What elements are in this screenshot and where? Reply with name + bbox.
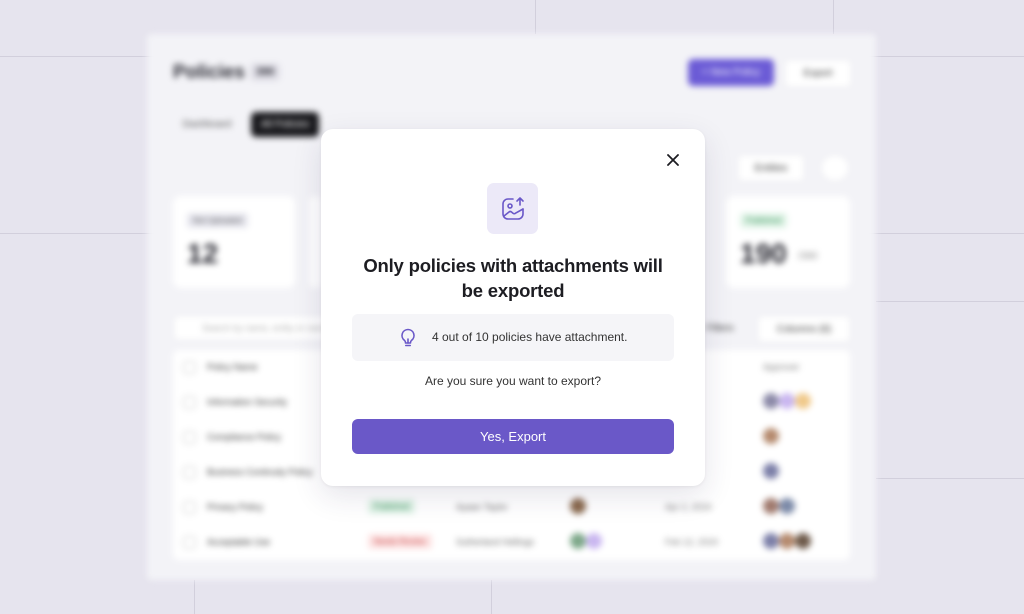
new-policy-button[interactable]: + New Policy xyxy=(688,59,774,86)
avatar xyxy=(779,533,795,549)
stat-card-not-uploaded: Not Uploaded 12 xyxy=(173,196,295,288)
avatar xyxy=(763,393,779,409)
export-button[interactable]: Export xyxy=(784,59,852,88)
avatar xyxy=(763,463,779,479)
avatar xyxy=(795,393,811,409)
owner-name: Sutherland Hellings xyxy=(456,537,535,547)
date-value: Apr 2, 2024 xyxy=(665,502,712,512)
grid-line xyxy=(876,478,1024,479)
entities-dropdown[interactable]: Entities xyxy=(737,154,805,182)
select-all-checkbox[interactable] xyxy=(183,361,196,374)
refresh-button[interactable] xyxy=(820,154,850,182)
avatar xyxy=(779,498,795,514)
stat-card-published: Published 190 /390 xyxy=(726,196,850,288)
avatar xyxy=(570,498,586,514)
policy-name: Information Security xyxy=(207,397,288,407)
close-icon xyxy=(667,154,679,166)
info-text: 4 out of 10 policies have attachment. xyxy=(432,330,628,344)
row-checkbox[interactable] xyxy=(183,501,196,514)
avatar xyxy=(779,393,795,409)
row-checkbox[interactable] xyxy=(183,431,196,444)
status-badge: Needs Review xyxy=(368,534,432,549)
row-checkbox[interactable] xyxy=(183,396,196,409)
lightbulb-icon xyxy=(401,328,415,347)
grid-line xyxy=(876,301,1024,302)
yes-export-button[interactable]: Yes, Export xyxy=(352,419,674,454)
status-badge: Published xyxy=(740,213,788,228)
grid-line xyxy=(194,580,195,614)
policy-name: Business Continuity Policy xyxy=(207,467,313,477)
avatar xyxy=(763,533,779,549)
stat-value: 190 xyxy=(740,238,787,269)
page-title: Policies xyxy=(173,62,245,83)
stat-total: /390 xyxy=(798,251,818,262)
grid-line xyxy=(535,0,536,34)
dialog-title: Only policies with attachments will be e… xyxy=(363,255,663,301)
info-callout: 4 out of 10 policies have attachment. xyxy=(352,314,674,361)
status-badge: Published xyxy=(368,499,416,514)
policy-name: Privacy Policy xyxy=(207,502,264,512)
status-badge: Not Uploaded xyxy=(187,213,248,228)
policy-name: Compliance Policy xyxy=(207,432,282,442)
column-header[interactable]: Approver xyxy=(763,362,800,372)
policy-name: Acceptable Use xyxy=(207,537,271,547)
close-button[interactable] xyxy=(662,149,684,171)
grid-line xyxy=(491,580,492,614)
table-row[interactable]: Privacy Policy Published Ayaan Taylor Ap… xyxy=(173,490,850,525)
export-confirm-dialog: Only policies with attachments will be e… xyxy=(321,129,705,486)
stat-card-left-2 xyxy=(309,196,321,288)
tab-all-policies[interactable]: All Policies xyxy=(251,112,319,137)
row-checkbox[interactable] xyxy=(183,536,196,549)
image-upload-icon xyxy=(501,196,524,220)
policy-count-badge: 390 xyxy=(250,63,281,81)
column-header[interactable]: Policy Name xyxy=(207,362,258,372)
stat-value: 12 xyxy=(187,238,219,269)
avatar xyxy=(763,498,779,514)
date-value: Feb 12, 2024 xyxy=(665,537,719,547)
tab-dashboard[interactable]: Dashboard xyxy=(173,112,241,137)
avatar xyxy=(763,428,779,444)
avatar xyxy=(586,533,602,549)
avatar xyxy=(795,533,811,549)
image-upload-icon-tile xyxy=(487,183,538,234)
owner-name: Ayaan Taylor xyxy=(456,502,508,512)
confirm-question: Are you sure you want to export? xyxy=(424,374,602,388)
columns-button[interactable]: Columns (6) xyxy=(757,315,851,343)
grid-line xyxy=(833,0,834,34)
avatar xyxy=(570,533,586,549)
row-checkbox[interactable] xyxy=(183,466,196,479)
table-row[interactable]: Acceptable Use Needs Review Sutherland H… xyxy=(173,525,850,560)
